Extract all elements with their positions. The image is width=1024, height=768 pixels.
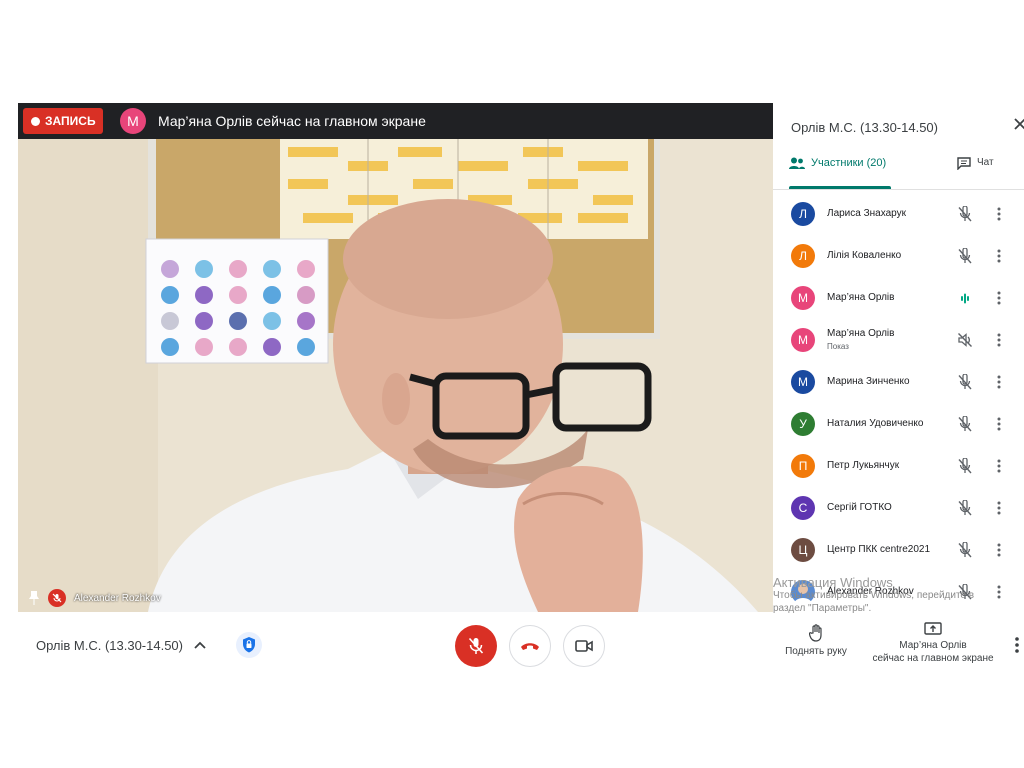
participant-row[interactable]: М Мар’яна Орлів Показ	[773, 319, 1024, 361]
present-now-button[interactable]: Мар’яна Орлів сейчас на главном экране	[866, 622, 1000, 665]
participant-name: Центр ПКК centre2021	[827, 544, 931, 555]
camera-toggle-button[interactable]	[563, 625, 605, 667]
volume-off-icon[interactable]	[957, 332, 973, 348]
participant-row[interactable]: Л Лариса Знахарук	[773, 193, 1024, 235]
participant-avatar: П	[791, 454, 815, 478]
more-vert-icon[interactable]	[996, 248, 1002, 264]
participant-name: Наталия Удовиченко	[827, 418, 924, 429]
participant-name: Марина Зинченко	[827, 376, 910, 387]
participant-row[interactable]: У Наталия Удовиченко	[773, 403, 1024, 445]
tab-participants[interactable]: Участники (20)	[789, 157, 891, 189]
participant-name: Мар’яна Орлів	[827, 292, 895, 303]
mic-off-icon[interactable]	[957, 206, 973, 222]
video-top-bar: ЗАПИСЬ М Мар’яна Орлів сейчас на главном…	[18, 103, 773, 139]
host-controls-shield-icon[interactable]	[236, 632, 262, 658]
more-vert-icon[interactable]	[996, 542, 1002, 558]
mic-off-icon[interactable]	[957, 416, 973, 432]
more-vert-icon[interactable]	[996, 584, 1002, 600]
presenter-avatar: М	[120, 108, 146, 134]
participant-name-tag: Alexander Rozhkov	[28, 589, 161, 607]
participant-name: Лариса Знахарук	[827, 208, 907, 219]
participant-name: Петр Лукьянчук	[827, 460, 900, 471]
tab-participants-label: Участники (20)	[811, 157, 887, 169]
main-video-tile: ЗАПИСЬ М Мар’яна Орлів сейчас на главном…	[18, 103, 773, 612]
pin-icon[interactable]	[28, 591, 40, 605]
participant-avatar: Л	[791, 244, 815, 268]
mic-off-icon[interactable]	[957, 248, 973, 264]
meeting-details-title[interactable]: Орлів М.С. (13.30-14.50)	[36, 638, 183, 653]
mic-off-icon[interactable]	[957, 458, 973, 474]
participant-row[interactable]: С Сергій ГОТКО	[773, 487, 1024, 529]
recording-label: ЗАПИСЬ	[45, 114, 96, 128]
participant-status: Показ	[827, 342, 849, 351]
participant-avatar: У	[791, 412, 815, 436]
more-vert-icon[interactable]	[996, 290, 1002, 306]
mic-off-icon[interactable]	[957, 374, 973, 390]
mic-off-icon[interactable]	[957, 542, 973, 558]
more-vert-icon[interactable]	[996, 374, 1002, 390]
speaking-indicator-icon[interactable]	[957, 290, 973, 306]
video-camera-icon	[575, 640, 593, 652]
participant-avatar: С	[791, 496, 815, 520]
more-options-icon[interactable]	[1012, 636, 1022, 654]
user-photo-icon	[794, 584, 812, 604]
participants-panel: Орлів М.С. (13.30-14.50) Участники (20) …	[773, 103, 1024, 612]
participant-avatar: Л	[791, 202, 815, 226]
call-controls-bar: Орлів М.С. (13.30-14.50) Поднять руку Ма…	[0, 612, 1024, 682]
close-icon[interactable]	[1013, 117, 1024, 131]
tab-chat-label: Чат	[977, 157, 994, 168]
more-vert-icon[interactable]	[996, 458, 1002, 474]
tile-participant-name: Alexander Rozhkov	[74, 592, 161, 604]
participant-avatar: Ц	[791, 538, 815, 562]
participant-avatar: М	[791, 328, 815, 352]
mic-off-icon	[48, 589, 66, 607]
mic-off-icon	[468, 637, 484, 654]
participant-name: Сергій ГОТКО	[827, 502, 892, 513]
participant-name: Alexander Rozhkov	[827, 586, 914, 597]
more-vert-icon[interactable]	[996, 206, 1002, 222]
recording-badge: ЗАПИСЬ	[23, 108, 103, 134]
panel-meeting-title: Орлів М.С. (13.30-14.50)	[791, 120, 938, 135]
participant-name: Лілія Коваленко	[827, 250, 902, 261]
camera-feed-image	[18, 139, 773, 612]
more-vert-icon[interactable]	[996, 416, 1002, 432]
raise-hand-button[interactable]: Поднять руку	[776, 624, 856, 657]
chat-icon	[957, 157, 971, 170]
record-dot-icon	[31, 116, 40, 126]
participant-row[interactable]: Л Лілія Коваленко	[773, 235, 1024, 277]
end-call-button[interactable]	[509, 625, 551, 667]
participant-row[interactable]: М Мар’яна Орлів	[773, 277, 1024, 319]
divider	[773, 189, 1024, 190]
chevron-up-icon[interactable]	[193, 638, 207, 652]
mic-off-icon[interactable]	[957, 500, 973, 516]
people-icon	[789, 157, 805, 169]
mic-off-icon[interactable]	[957, 584, 973, 600]
more-vert-icon[interactable]	[996, 332, 1002, 348]
more-vert-icon[interactable]	[996, 500, 1002, 516]
participant-avatar: М	[791, 286, 815, 310]
participant-avatar	[791, 580, 815, 604]
hang-up-icon	[521, 643, 539, 650]
participant-row[interactable]: М Марина Зинченко	[773, 361, 1024, 403]
hand-icon	[809, 624, 822, 642]
microphone-toggle-button[interactable]	[455, 625, 497, 667]
presenter-message: Мар’яна Орлів сейчас на главном экране	[158, 113, 426, 129]
participant-avatar: М	[791, 370, 815, 394]
participant-row[interactable]: Ц Центр ПКК centre2021	[773, 529, 1024, 571]
participant-row[interactable]: Alexander Rozhkov	[773, 571, 1024, 612]
present-label-line1: Мар’яна Орлів	[899, 640, 967, 651]
raise-hand-label: Поднять руку	[785, 646, 847, 657]
present-screen-icon	[924, 622, 942, 635]
participant-name: Мар’яна Орлів	[827, 328, 895, 339]
tab-chat[interactable]: Чат	[957, 157, 994, 170]
present-label-line2: сейчас на главном экране	[872, 653, 994, 664]
participant-row[interactable]: П Петр Лукьянчук	[773, 445, 1024, 487]
